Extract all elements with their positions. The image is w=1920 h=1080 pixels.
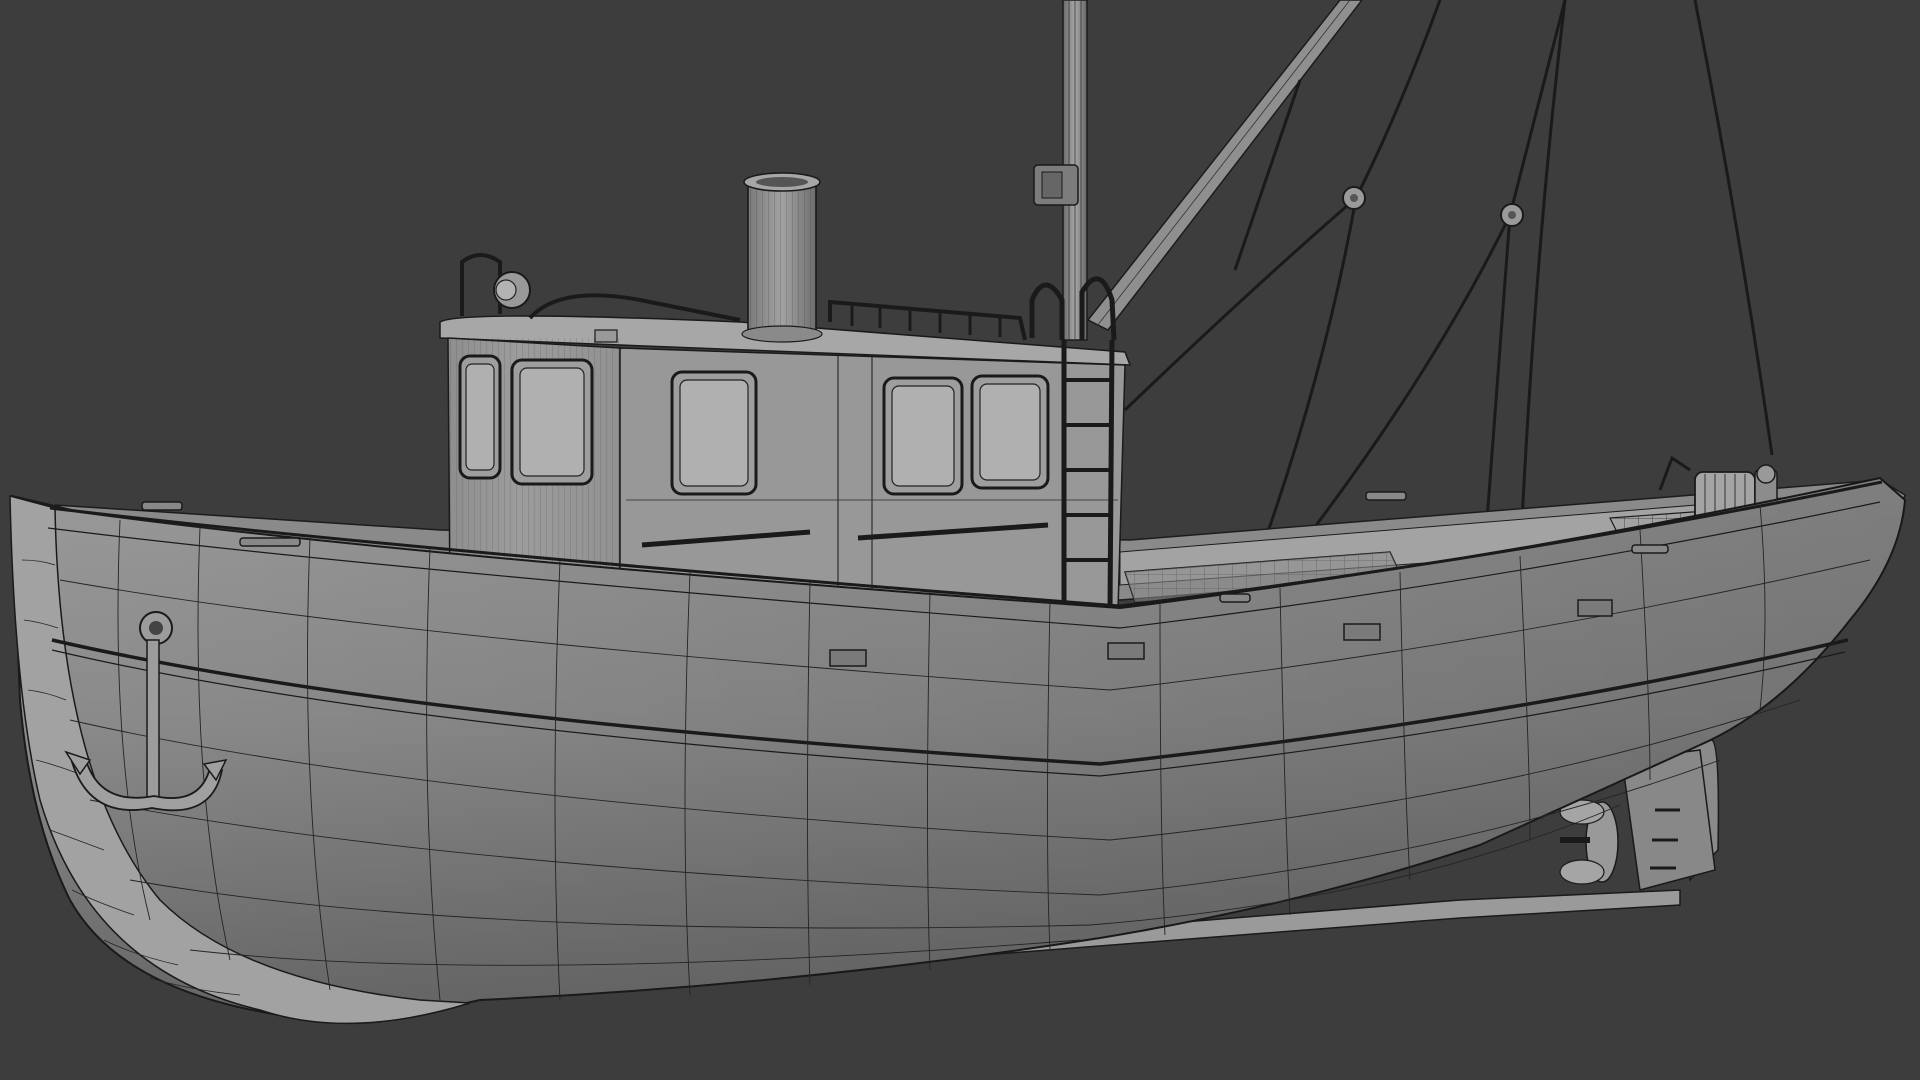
3d-viewport[interactable] xyxy=(0,0,1920,1080)
funnel xyxy=(741,172,823,343)
boom xyxy=(1086,0,1363,331)
fishing-boat-model xyxy=(9,0,1907,1025)
propeller xyxy=(1559,799,1619,885)
rigging-blocks xyxy=(1342,186,1524,227)
